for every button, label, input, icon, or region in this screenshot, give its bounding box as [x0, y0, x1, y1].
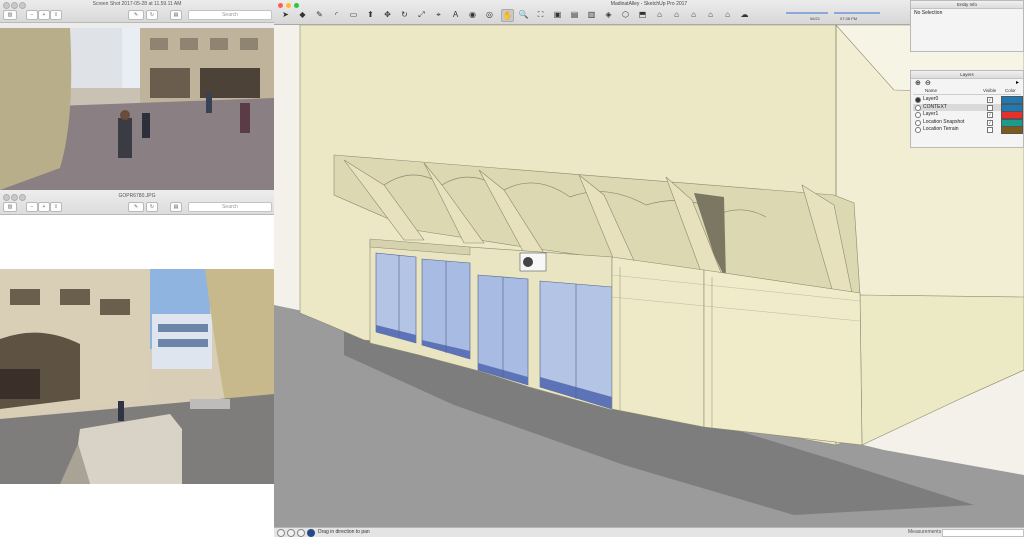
layer-name: Layer0	[923, 96, 939, 102]
shadow-date-slider[interactable]	[786, 12, 828, 14]
layer-row[interactable]: Layer0 ✓	[913, 96, 1023, 104]
layer-row[interactable]: Layer1 ✓	[913, 111, 1023, 119]
share-icon[interactable]: ⇪	[50, 10, 62, 20]
status-hint: Drag in direction to pan	[318, 529, 370, 535]
preview-title: Screen Shot 2017-05-28 at 11.59.11 AM	[92, 1, 182, 7]
active-layer-radio[interactable]	[915, 104, 921, 111]
active-layer-radio[interactable]	[915, 112, 921, 118]
shadow-time-slider[interactable]	[834, 12, 880, 14]
search-input[interactable]: Search	[188, 202, 272, 212]
pan-hand-icon[interactable]: ✋	[501, 9, 514, 22]
sidebar-icon[interactable]: ▥	[3, 10, 17, 20]
delete-layer-icon[interactable]: ⊖	[925, 80, 931, 87]
front-view-icon[interactable]: ⌂	[654, 9, 665, 20]
add-layer-icon[interactable]: ⊕	[915, 80, 921, 87]
layer-row[interactable]: Location Terrain	[913, 126, 1023, 134]
toolbox-icon[interactable]: ▤	[170, 202, 182, 212]
measurements-label: Measurements	[908, 529, 942, 535]
shadows-icon[interactable]: ☁	[739, 9, 750, 20]
gopro-photo	[0, 269, 274, 484]
layers-header: Name Visible Color	[913, 88, 1021, 95]
rectangle-icon[interactable]: ▭	[348, 9, 359, 20]
extension-warehouse-icon[interactable]: ▤	[569, 9, 580, 20]
layers-options-icon[interactable]: ▸	[1016, 80, 1019, 87]
pencil-icon[interactable]: ✎	[314, 9, 325, 20]
bottom-view-icon[interactable]: ⌂	[722, 9, 733, 20]
layer-name: CONTEXT	[923, 103, 947, 110]
markup-icon[interactable]: ✎	[128, 10, 144, 20]
shadow-date-label: 06/21	[810, 16, 821, 21]
layer-name: Layer1	[923, 111, 939, 117]
entity-info-panel: Entity Info No Selection	[910, 0, 1024, 52]
back-view-icon[interactable]: ⌂	[688, 9, 699, 20]
layer-visible-checkbox[interactable]: ✓	[987, 97, 993, 103]
layers-title: Layers	[911, 71, 1023, 79]
layer-row[interactable]: CONTEXT	[913, 103, 1023, 112]
sidebar-icon[interactable]: ▥	[3, 202, 17, 212]
layer-visible-checkbox[interactable]: ✓	[987, 119, 993, 126]
orbit-icon[interactable]: ◎	[484, 9, 495, 20]
rotate-icon[interactable]: ↻	[399, 9, 410, 20]
selection-status: No Selection	[914, 10, 943, 16]
street-photo	[0, 28, 274, 190]
column-name[interactable]: Name	[925, 88, 937, 93]
layer-visible-checkbox[interactable]: ✓	[987, 112, 993, 118]
iso-view-icon[interactable]: ⬡	[620, 9, 631, 20]
move-icon[interactable]: ✥	[382, 9, 393, 20]
layers-panel: Layers ⊕ ⊖ ▸ Name Visible Color Layer0 ✓ C…	[910, 70, 1024, 148]
tape-measure-icon[interactable]: ⌖	[433, 9, 444, 20]
left-view-icon[interactable]: ⌂	[705, 9, 716, 20]
toolbox-icon[interactable]: ▤	[170, 10, 182, 20]
layer-visible-checkbox[interactable]	[987, 104, 993, 111]
preview-titlebar[interactable]: GOPR6780.JPG ▥ − + ⇪ ✎ ↻ ▤ Search	[0, 192, 274, 215]
rotate-icon[interactable]: ↻	[146, 202, 158, 212]
layer-name: Location Snapshot	[923, 118, 965, 125]
zoom-in-icon[interactable]: +	[38, 202, 50, 212]
column-color[interactable]: Color	[1005, 88, 1016, 93]
zoom-out-icon[interactable]: −	[26, 202, 38, 212]
column-visible[interactable]: Visible	[983, 88, 996, 93]
top-view-icon[interactable]: ⬒	[637, 9, 648, 20]
right-view-icon[interactable]: ⌂	[671, 9, 682, 20]
layer-color-swatch[interactable]	[1001, 126, 1023, 134]
active-layer-radio[interactable]	[915, 127, 921, 133]
select-arrow-icon[interactable]: ➤	[280, 9, 291, 20]
zoom-extents-icon[interactable]: ⛶	[535, 9, 546, 20]
preview-window-bottom: GOPR6780.JPG ▥ − + ⇪ ✎ ↻ ▤ Search	[0, 192, 274, 492]
preview-titlebar[interactable]: Screen Shot 2017-05-28 at 11.59.11 AM ▥ …	[0, 0, 274, 23]
shadow-time-label: 07:38 PM	[840, 16, 858, 21]
active-layer-radio[interactable]	[915, 119, 921, 126]
text-icon[interactable]: A	[450, 9, 461, 20]
eraser-icon[interactable]: ◆	[297, 9, 308, 20]
ruby-icon[interactable]: ◈	[603, 9, 614, 20]
share-icon[interactable]: ⇪	[50, 202, 62, 212]
search-input[interactable]: Search	[188, 10, 272, 20]
preview-title: GOPR6780.JPG	[118, 193, 156, 199]
layer-visible-checkbox[interactable]	[987, 127, 993, 133]
paint-bucket-icon[interactable]: ◉	[467, 9, 478, 20]
entity-info-title: Entity Info	[911, 1, 1023, 9]
layout-icon[interactable]: ▥	[586, 9, 597, 20]
layer-row[interactable]: Location Snapshot ✓	[913, 118, 1023, 127]
arc-icon[interactable]: ◜	[331, 9, 342, 20]
layer-name: Location Terrain	[923, 126, 959, 132]
push-pull-icon[interactable]: ⬆	[365, 9, 376, 20]
zoom-out-icon[interactable]: −	[26, 10, 38, 20]
rotate-icon[interactable]: ↻	[146, 10, 158, 20]
zoom-icon[interactable]: 🔍	[518, 9, 529, 20]
markup-icon[interactable]: ✎	[128, 202, 144, 212]
active-layer-radio[interactable]	[915, 97, 921, 103]
scale-icon[interactable]: ⤢	[416, 9, 427, 20]
warehouse-icon[interactable]: ▣	[552, 9, 563, 20]
zoom-in-icon[interactable]: +	[38, 10, 50, 20]
preview-window-top: Screen Shot 2017-05-28 at 11.59.11 AM ▥ …	[0, 0, 274, 192]
